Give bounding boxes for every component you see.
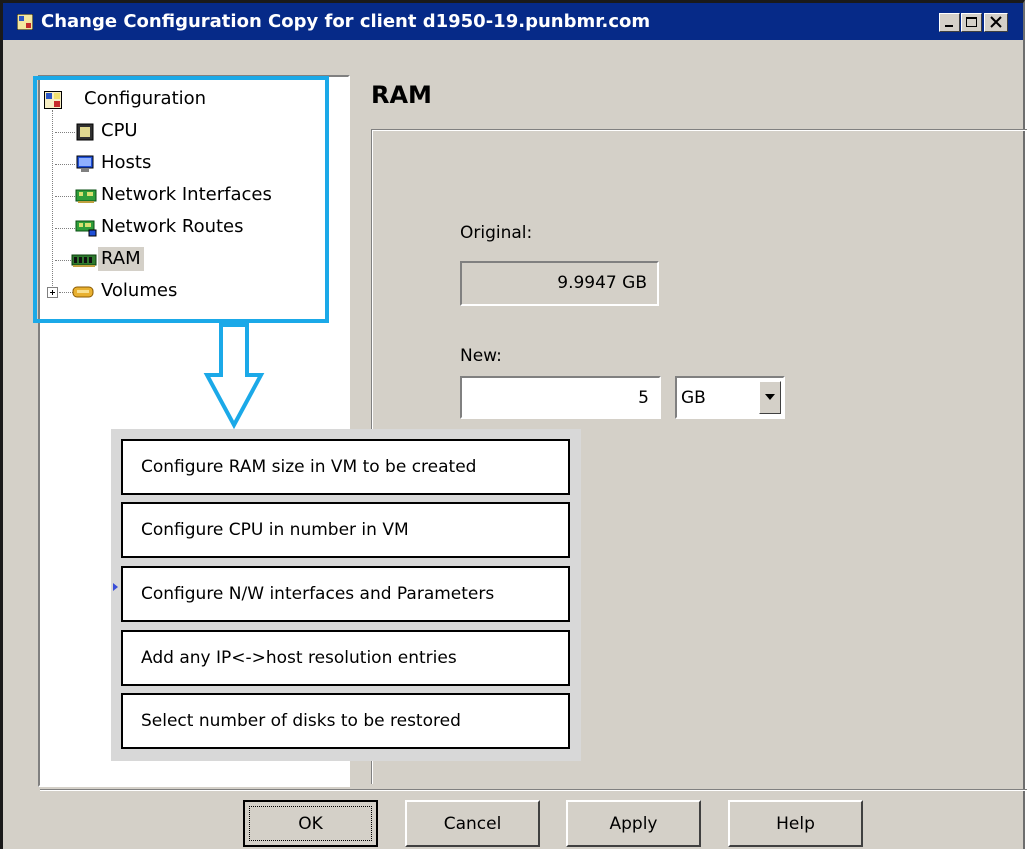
original-value-field: 9.9947 GB (460, 261, 659, 306)
chevron-down-icon (765, 394, 775, 400)
help-button[interactable]: Help (728, 800, 863, 847)
tree-label: RAM (98, 247, 144, 271)
section-title: RAM (371, 81, 432, 109)
tree-label: Network Interfaces (101, 184, 272, 205)
volume-icon (72, 286, 94, 298)
unit-dropdown-button[interactable] (759, 381, 781, 414)
ram-icon (71, 254, 97, 267)
cancel-button[interactable]: Cancel (405, 800, 540, 847)
help-button-label: Help (776, 813, 815, 834)
minimize-icon (945, 25, 953, 27)
close-button[interactable] (984, 13, 1008, 32)
tree-label: Network Routes (101, 216, 244, 237)
window-title: Change Configuration Copy for client d19… (41, 11, 651, 32)
cancel-button-label: Cancel (443, 813, 502, 834)
marker-icon (113, 583, 118, 591)
focus-rect (249, 806, 372, 841)
original-label: Original: (460, 223, 533, 243)
callout-item: Select number of disks to be restored (121, 693, 570, 749)
network-card-icon (75, 189, 97, 203)
new-ram-input[interactable] (460, 376, 661, 419)
tree-connector (55, 164, 75, 165)
monitor-icon (76, 155, 94, 172)
tree-connector (55, 132, 75, 133)
callout-item: Configure CPU in number in VM (121, 502, 570, 558)
apply-button[interactable]: Apply (566, 800, 701, 847)
callout-item: Configure RAM size in VM to be created (121, 439, 570, 495)
tree-connector (55, 196, 75, 197)
plus-icon (50, 290, 55, 295)
expand-volumes-button[interactable] (47, 287, 58, 298)
configuration-icon (44, 91, 62, 109)
new-label: New: (460, 346, 502, 366)
unit-select[interactable]: GB (675, 376, 785, 419)
down-arrow-icon (203, 323, 265, 429)
callout-item: Add any IP<->host resolution entries (121, 630, 570, 686)
tree-connector (55, 228, 75, 229)
maximize-button[interactable] (961, 13, 982, 32)
cpu-icon (76, 123, 94, 141)
minimize-button[interactable] (939, 13, 960, 32)
apply-button-label: Apply (609, 813, 658, 834)
ok-button[interactable]: OK (243, 800, 378, 847)
tree-label: Hosts (101, 152, 152, 173)
network-route-icon (75, 220, 97, 237)
close-icon (990, 16, 1002, 28)
unit-select-value: GB (681, 388, 706, 408)
tree-connector (52, 110, 53, 292)
dialog-window: Change Configuration Copy for client d19… (0, 0, 1027, 849)
tree-label: CPU (101, 120, 138, 141)
app-icon (17, 14, 33, 30)
bottom-separator (40, 789, 1027, 791)
tree-label: Volumes (101, 280, 178, 301)
title-bar[interactable]: Change Configuration Copy for client d19… (3, 3, 1023, 40)
tree-label: Configuration (84, 88, 207, 109)
maximize-icon (966, 17, 977, 27)
callout-item: Configure N/W interfaces and Parameters (121, 566, 570, 622)
